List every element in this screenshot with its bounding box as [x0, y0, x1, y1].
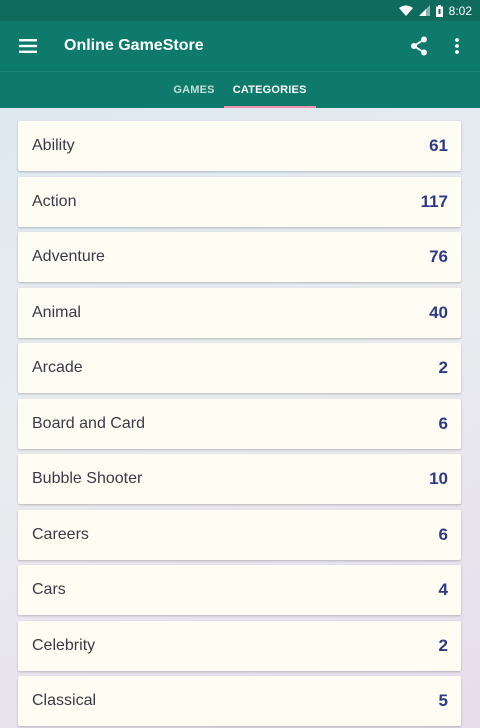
category-row[interactable]: Adventure 76	[18, 232, 461, 282]
status-time: 8:02	[448, 3, 472, 18]
category-count: 2	[438, 635, 448, 655]
category-name: Board and Card	[32, 414, 145, 432]
category-count: 61	[429, 136, 448, 155]
category-name: Arcade	[32, 359, 83, 376]
category-name: Bubble Shooter	[32, 470, 143, 487]
share-icon[interactable]	[400, 21, 438, 71]
app-title: Online GameStore	[64, 37, 204, 54]
category-name: Classical	[32, 692, 97, 709]
app-bar: Online GameStore	[0, 21, 480, 71]
category-count: 10	[429, 469, 448, 488]
category-count: 6	[438, 413, 448, 433]
category-name: Ability	[32, 137, 75, 154]
category-name: Celebrity	[32, 636, 96, 654]
category-name: Careers	[32, 525, 89, 543]
category-name: Cars	[32, 581, 66, 598]
category-list: Ability 61 Action 117 Adventure 76 Anima…	[18, 121, 461, 728]
category-count: 4	[438, 580, 448, 599]
category-row[interactable]: Ability 61	[18, 121, 461, 171]
hamburger-menu-icon[interactable]	[0, 21, 56, 71]
category-row[interactable]: Action 117	[18, 176, 461, 227]
category-row[interactable]: Animal 40	[18, 287, 461, 338]
category-name: Adventure	[32, 248, 105, 265]
tab-bar: GAMES CATEGORIES	[0, 71, 480, 108]
battery-icon	[435, 4, 443, 17]
cell-signal-icon	[418, 5, 430, 16]
categories-list-panel: Ability 61 Action 117 Adventure 76 Anima…	[0, 108, 480, 728]
category-name: Action	[32, 192, 77, 210]
category-row[interactable]: Arcade 2	[18, 343, 461, 393]
category-row[interactable]: Celebrity 2	[18, 620, 461, 671]
category-count: 5	[438, 691, 448, 710]
category-count: 6	[438, 524, 448, 544]
category-count: 2	[438, 358, 448, 377]
wifi-icon	[398, 5, 413, 17]
category-count: 76	[429, 247, 448, 266]
category-count: 117	[420, 191, 448, 211]
category-count: 40	[429, 302, 448, 322]
category-row[interactable]: Board and Card 6	[18, 398, 461, 449]
category-name: Animal	[32, 303, 81, 321]
category-row[interactable]: Careers 6	[18, 509, 461, 560]
tab-games[interactable]: GAMES	[164, 72, 223, 108]
status-bar: 8:02	[0, 0, 480, 21]
more-vertical-icon[interactable]	[438, 21, 476, 71]
category-row[interactable]: Cars 4	[18, 565, 461, 615]
tab-categories[interactable]: CATEGORIES	[223, 72, 316, 108]
category-row[interactable]: Classical 5	[18, 676, 461, 726]
category-row[interactable]: Bubble Shooter 10	[18, 454, 461, 504]
